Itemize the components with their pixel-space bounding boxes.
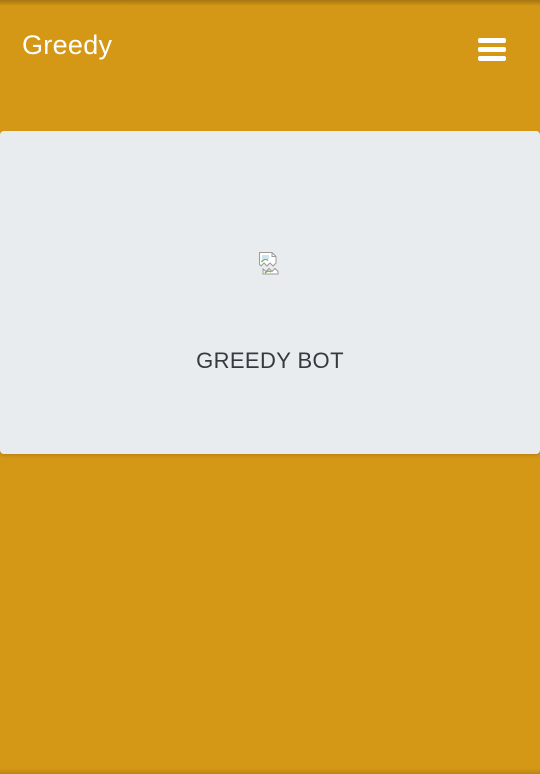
bot-card: GREEDY BOT <box>0 131 540 454</box>
navbar: Greedy <box>0 6 540 96</box>
brand-link[interactable]: Greedy <box>22 30 112 61</box>
broken-image-icon <box>259 252 279 275</box>
bot-title: GREEDY BOT <box>196 348 344 373</box>
bottom-edge-shadow <box>0 768 540 774</box>
hamburger-bar <box>478 38 506 43</box>
menu-toggle-button[interactable] <box>474 34 510 64</box>
hamburger-bar <box>478 56 506 61</box>
hamburger-bar <box>478 47 506 52</box>
